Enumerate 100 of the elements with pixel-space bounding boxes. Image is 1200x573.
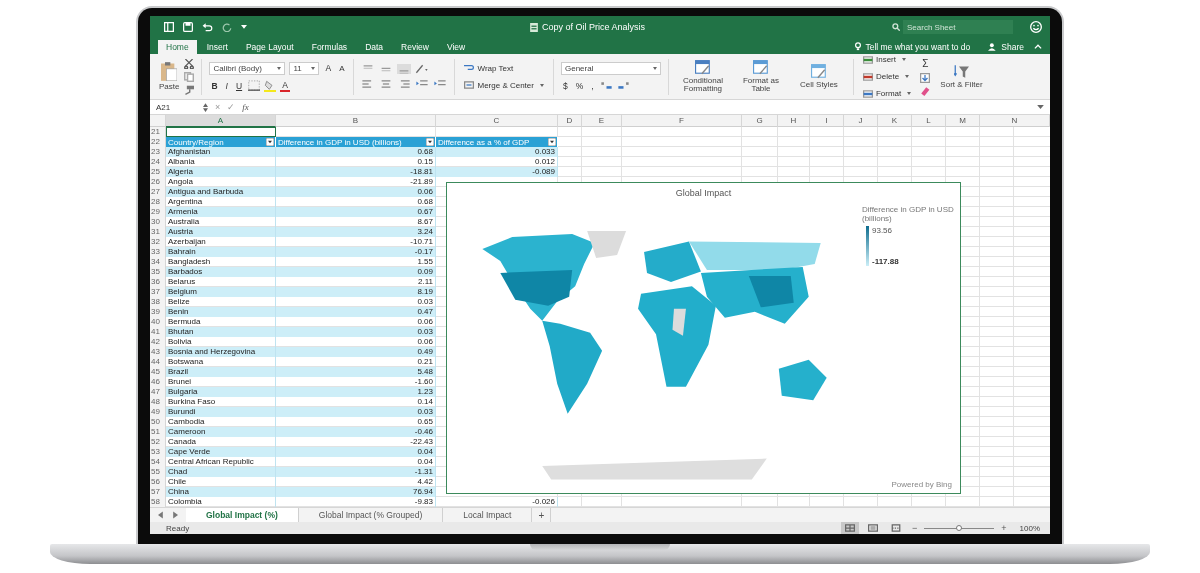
font-color-button[interactable]: A [280,79,290,92]
comma-button[interactable]: , [589,79,596,92]
ribbon-tab[interactable]: Home [158,40,197,54]
share-button[interactable]: Share [980,39,1032,54]
active-cell[interactable] [166,127,276,137]
text-orientation-icon[interactable] [415,64,430,74]
row-number[interactable]: 46 [150,377,166,387]
previous-sheet-icon[interactable] [158,511,164,519]
save-icon[interactable] [183,22,193,32]
scissors-icon[interactable] [184,58,195,69]
sidebar-icon[interactable] [164,22,174,32]
table-cell: Barbados [166,267,276,277]
next-sheet-icon[interactable] [172,511,178,519]
row-number[interactable]: 32 [150,237,166,247]
grow-font-button[interactable]: A [323,62,334,74]
fill-down-icon[interactable] [920,72,931,83]
row-number[interactable]: 34 [150,257,166,267]
cancel-button[interactable]: × [215,102,221,112]
bold-button[interactable]: B [209,79,220,92]
table-cell: Cameroon [166,427,276,437]
sheet-tab[interactable]: Global Impact (%) [186,508,299,522]
collapse-icon[interactable] [1034,44,1042,49]
zoom-level: 100% [1019,523,1040,533]
search-field[interactable]: Search Sheet [903,20,1013,34]
row-number[interactable]: 38 [150,297,166,307]
percent-button[interactable]: % [573,79,586,92]
style-button[interactable]: Cell Styles [791,63,846,90]
row-number[interactable]: 30 [150,217,166,227]
wrap-text-button[interactable]: Wrap Text [462,62,516,74]
row-number[interactable]: 50 [150,417,166,427]
expand-icon[interactable] [1037,105,1044,109]
row-number[interactable]: 52 [150,437,166,447]
underline-button[interactable]: U [234,79,245,92]
tell-me-button[interactable]: Tell me what you want to do [847,39,979,54]
row-number[interactable]: 40 [150,317,166,327]
caret-icon[interactable] [241,24,247,30]
font-dropdown[interactable]: Calibri (Body) [209,61,286,75]
sort-filter-button[interactable]: Sort & Filter [934,63,989,90]
zoom-in-button[interactable]: + [999,523,1009,533]
vertical-align-icon[interactable] [397,64,412,74]
table-cell: Algeria [166,167,276,177]
eraser-icon[interactable] [920,85,931,96]
row-number[interactable]: 26 [150,177,166,187]
clipboard-icon [161,61,178,81]
zoom-out-button[interactable]: − [910,523,920,533]
increase-decimal-icon[interactable] [599,81,613,90]
row-number[interactable]: 42 [150,337,166,347]
table-cell: -18.81 [276,167,436,177]
table-cell: 3.24 [276,227,436,237]
document-icon [530,22,538,32]
cells-button[interactable]: Insert [860,53,908,66]
number-format-dropdown[interactable]: General [560,61,661,75]
enter-button[interactable]: ✓ [227,102,236,112]
ribbon-tab[interactable]: Formulas [303,40,356,54]
style-button[interactable]: Conditional Formatting [675,59,730,94]
brush-icon[interactable] [184,84,195,95]
filter-dropdown-icon[interactable] [266,138,274,146]
map-credit: Powered by Bing [891,480,952,489]
name-box[interactable]: A21 [156,102,196,112]
insert-function-button[interactable]: fx [242,102,249,112]
style-button[interactable]: Format as Table [733,59,788,94]
ribbon-tab[interactable]: View [438,40,474,54]
row-number[interactable]: 56 [150,477,166,487]
cells-button[interactable]: Format [860,87,914,100]
chart-title: Global Impact [674,188,733,198]
table-cell: Bhutan [166,327,276,337]
zoom-slider-thumb[interactable] [956,524,963,531]
filter-dropdown-icon[interactable] [426,138,434,146]
currency-button[interactable]: $ [560,79,570,92]
stepper-icon[interactable] [203,102,208,112]
smiley-icon[interactable] [1030,21,1042,33]
redo-icon[interactable] [222,22,232,32]
filter-dropdown-icon[interactable] [548,138,556,146]
merge-center-button[interactable]: Merge & Center [462,79,546,91]
ribbon-tab[interactable]: Page Layout [237,40,302,54]
row-number[interactable]: 21 [150,127,166,137]
row-number[interactable]: 54 [150,457,166,467]
wrap-icon [464,64,475,72]
row-number[interactable]: 48 [150,397,166,407]
border-icon[interactable] [248,80,261,91]
font-size-dropdown[interactable]: 11 [289,61,320,75]
row-number[interactable]: 44 [150,357,166,367]
ribbon-tab[interactable]: Review [393,40,437,54]
map-chart-card[interactable]: Global Impact Difference in GDP in USD (billions) 93.56 -117.88 Powered by Bing [446,182,961,494]
decrease-decimal-icon[interactable] [616,81,630,90]
ribbon-tab[interactable]: Insert [198,40,236,54]
row-number[interactable]: 24 [150,157,166,167]
autosum-button[interactable]: Σ [920,57,931,70]
cells-button[interactable]: Delete [860,70,912,83]
fill-color-icon[interactable] [264,79,277,92]
shrink-font-button[interactable]: A [337,62,347,74]
italic-button[interactable]: I [223,79,230,92]
ribbon-tab[interactable]: Data [357,40,392,54]
column-header[interactable]: A [166,115,276,127]
paste-button[interactable]: Paste [158,61,181,92]
grid-style-icon [694,59,711,75]
undo-icon[interactable] [202,22,213,32]
view-button[interactable] [841,522,859,534]
row-number[interactable]: 36 [150,277,166,287]
row-number[interactable]: 28 [150,197,166,207]
